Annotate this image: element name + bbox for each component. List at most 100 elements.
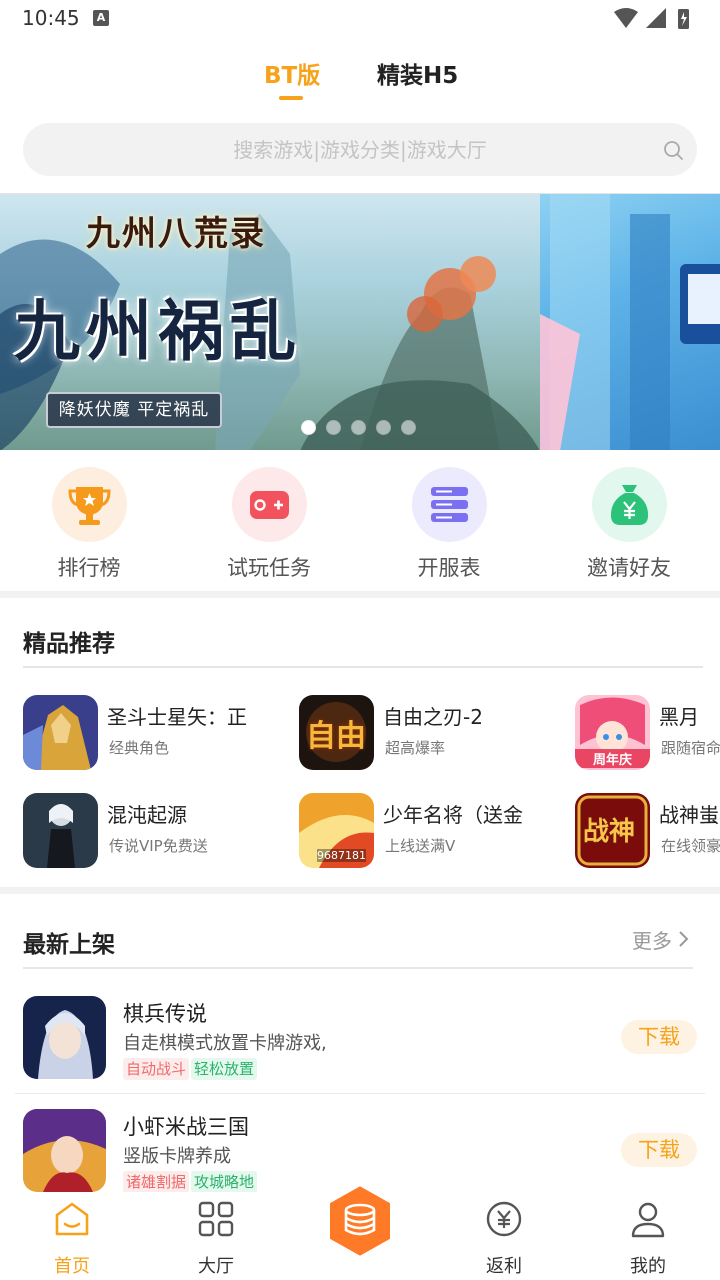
top-tabs: BT版 精装H5 <box>0 52 720 102</box>
new-game-item[interactable]: 棋兵传说 自走棋模式放置卡牌游戏, 自动战斗 轻松放置 下载 <box>0 996 720 1106</box>
quick-item-trial-tasks[interactable]: 试玩任务 <box>199 467 339 587</box>
thumb-text: 战神 <box>583 817 636 847</box>
rec-game-item[interactable]: 混沌起源 传说VIP免费送 <box>23 793 293 871</box>
search-input[interactable] <box>23 123 697 176</box>
search-bar[interactable] <box>23 123 697 176</box>
money-bag-icon <box>592 467 667 542</box>
game-desc: 在线领豪 <box>661 837 720 855</box>
section-divider <box>0 887 720 894</box>
carousel-dot[interactable] <box>326 420 341 435</box>
rec-game-item[interactable]: 9687181 少年名将（送金 上线送满V <box>299 793 569 871</box>
bottom-nav: 首页 大厅 返利 我的 <box>0 1181 720 1280</box>
quick-menu: 排行榜 试玩任务 开服表 邀请好友 <box>0 450 720 591</box>
search-icon[interactable] <box>662 139 684 161</box>
thumb-badge: 周年庆 <box>575 749 650 768</box>
recommended-grid: 圣斗士星矢：正 经典角色 自由 自由之刃-2 超高爆率 周年庆 黑月 跟随宿命 <box>0 680 720 880</box>
home-icon <box>55 1202 89 1236</box>
tab-h5[interactable]: 精装H5 <box>377 56 458 90</box>
game-tag: 攻城略地 <box>191 1171 258 1193</box>
banner-title: 九州祸乱 <box>14 292 302 370</box>
quick-item-ranking[interactable]: 排行榜 <box>19 467 159 587</box>
section-divider <box>0 591 720 598</box>
quick-label-server-list: 开服表 <box>417 556 481 580</box>
rec-game-item[interactable]: 圣斗士星矢：正 经典角色 <box>23 695 293 773</box>
game-desc: 自走棋模式放置卡牌游戏, <box>123 1033 327 1054</box>
carousel-dots <box>301 420 421 436</box>
nav-hall[interactable]: 大厅 <box>166 1192 266 1280</box>
rec-game-item[interactable]: 自由 自由之刃-2 超高爆率 <box>299 695 569 773</box>
game-thumbnail: 战神 <box>575 793 650 868</box>
game-thumbnail <box>23 695 98 770</box>
nav-center-button[interactable] <box>324 1181 396 1262</box>
game-name: 混沌起源 <box>107 803 187 827</box>
notification-icon: A <box>93 10 109 26</box>
nav-mine[interactable]: 我的 <box>598 1192 698 1280</box>
game-thumbnail: 周年庆 <box>575 695 650 770</box>
status-time: 10:45 <box>22 6 80 30</box>
banner-subtitle: 降妖伏魔 平定祸乱 <box>58 400 210 420</box>
game-thumbnail <box>23 996 106 1079</box>
game-name: 圣斗士星矢：正 <box>107 705 247 729</box>
carousel-dot[interactable] <box>351 420 366 435</box>
tab-bt[interactable]: BT版 <box>264 56 320 90</box>
game-desc: 竖版卡牌养成 <box>123 1146 231 1167</box>
thumb-text: 自由 <box>306 719 366 754</box>
banner-subtitle-box: 降妖伏魔 平定祸乱 <box>46 392 222 428</box>
game-thumbnail: 9687181 <box>299 793 374 868</box>
coin-stack-icon <box>326 1181 394 1261</box>
carousel-dot[interactable] <box>376 420 391 435</box>
nav-rebate[interactable]: 返利 <box>454 1192 554 1280</box>
game-desc: 超高爆率 <box>385 739 446 757</box>
game-name: 自由之刃-2 <box>383 705 483 729</box>
banner-slide[interactable]: 九州八荒录 九州祸乱 降妖伏魔 平定祸乱 <box>0 194 540 450</box>
game-name: 黑月 <box>659 705 699 729</box>
quick-label-trial-tasks: 试玩任务 <box>227 556 311 580</box>
more-link[interactable]: 更多 <box>632 925 672 954</box>
banner-slide-next[interactable] <box>540 194 720 450</box>
status-bar: 10:45 A <box>0 0 720 38</box>
wifi-icon <box>614 8 638 28</box>
game-thumbnail <box>23 1109 106 1192</box>
game-desc: 上线送满V <box>385 837 456 855</box>
game-tag: 自动战斗 <box>123 1058 190 1080</box>
gamepad-icon <box>232 467 307 542</box>
game-tag: 轻松放置 <box>191 1058 258 1080</box>
section-rule <box>23 967 693 969</box>
download-button[interactable]: 下载 <box>621 1133 697 1167</box>
section-title-recommended: 精品推荐 <box>23 631 115 657</box>
nav-home[interactable]: 首页 <box>22 1192 122 1280</box>
banner-carousel[interactable]: 九州八荒录 九州祸乱 降妖伏魔 平定祸乱 <box>0 193 720 450</box>
banner-game-logo: 九州八荒录 <box>86 214 266 254</box>
carousel-dot[interactable] <box>301 420 316 435</box>
game-thumbnail: 自由 <box>299 695 374 770</box>
rec-game-item[interactable]: 战神 战神蚩 在线领豪 <box>575 793 720 871</box>
yen-circle-icon <box>486 1201 522 1237</box>
server-list-icon <box>412 467 487 542</box>
game-thumbnail <box>23 793 98 868</box>
nav-label: 返利 <box>486 1256 522 1277</box>
section-rule <box>23 666 703 668</box>
nav-label: 大厅 <box>198 1256 234 1277</box>
item-divider <box>15 1093 705 1094</box>
quick-label-invite-friends: 邀请好友 <box>587 556 671 580</box>
nav-label: 我的 <box>630 1256 666 1277</box>
quick-item-server-list[interactable]: 开服表 <box>379 467 519 587</box>
status-icons <box>614 8 689 29</box>
game-desc: 经典角色 <box>109 739 170 757</box>
game-desc: 传说VIP免费送 <box>109 837 208 855</box>
section-title-newest: 最新上架 <box>23 932 115 958</box>
thumb-text: 9687181 <box>317 849 366 862</box>
signal-icon <box>646 8 666 28</box>
active-tab-indicator <box>279 96 303 100</box>
download-button[interactable]: 下载 <box>621 1020 697 1054</box>
quick-label-ranking: 排行榜 <box>57 556 121 580</box>
game-name: 战神蚩 <box>659 803 719 827</box>
nav-label: 首页 <box>54 1256 90 1277</box>
rec-game-item[interactable]: 周年庆 黑月 跟随宿命 <box>575 695 720 773</box>
carousel-dot[interactable] <box>401 420 416 435</box>
game-tag: 诸雄割据 <box>123 1171 190 1193</box>
user-icon <box>631 1202 665 1238</box>
quick-item-invite-friends[interactable]: 邀请好友 <box>559 467 699 587</box>
game-desc: 跟随宿命 <box>661 739 720 757</box>
chevron-right-icon[interactable] <box>678 930 690 948</box>
